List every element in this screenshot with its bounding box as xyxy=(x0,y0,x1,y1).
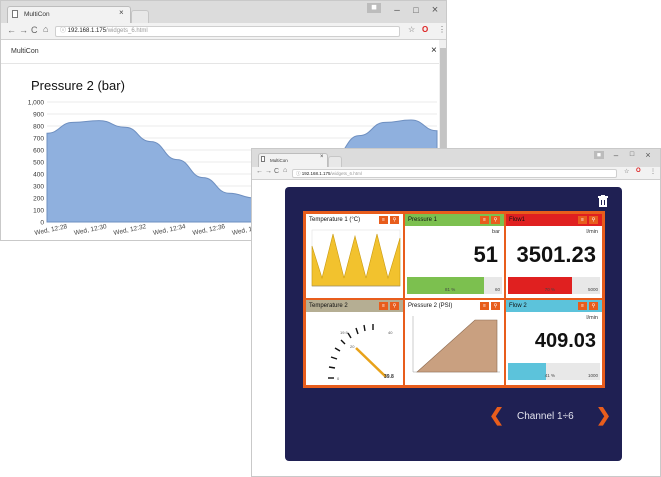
chevron-right-icon[interactable]: ❯ xyxy=(596,405,611,426)
minimize-icon[interactable]: – xyxy=(612,151,620,160)
progress-bar: 70 % 5000 xyxy=(508,277,600,294)
opera-icon[interactable]: O xyxy=(636,168,641,174)
y-tick-label: 100 xyxy=(33,208,44,215)
close-tab-icon[interactable]: × xyxy=(320,154,324,160)
tile-temperature-1[interactable]: Temperature 1 (°C) ≡ ⚲ xyxy=(306,214,403,298)
list-icon[interactable]: ≡ xyxy=(578,302,587,310)
unit-label: l/min xyxy=(586,315,598,321)
new-tab-button[interactable] xyxy=(328,156,342,167)
y-tick-label: 500 xyxy=(33,160,44,167)
tile-title: Flow1 xyxy=(509,217,526,223)
y-tick-label: 400 xyxy=(33,172,44,179)
x-tick-label: Wed, 12:36 xyxy=(192,223,226,237)
gauge-value: 39.8 xyxy=(384,374,394,380)
channel-label: Channel 1÷6 xyxy=(517,411,574,422)
user-icon[interactable]: ◼ xyxy=(594,151,604,159)
unit-label: l/min xyxy=(586,229,598,235)
tile-title: Pressure 2 (PSI) xyxy=(408,303,453,309)
temperature-1-mini-chart xyxy=(311,229,401,287)
list-icon[interactable]: ≡ xyxy=(578,216,587,224)
pressure-2-mini-chart xyxy=(412,316,500,373)
progress-bar: 41 % 1000 xyxy=(508,363,600,380)
y-tick-label: 600 xyxy=(33,148,44,155)
progress-fill xyxy=(508,277,573,294)
value-readout: 409.03 xyxy=(534,330,596,352)
list-icon[interactable]: ≡ xyxy=(379,216,388,224)
y-tick-label: 200 xyxy=(33,196,44,203)
max-label: 1000 xyxy=(587,373,598,378)
max-label: 60 xyxy=(494,287,500,292)
search-icon[interactable]: ⚲ xyxy=(491,302,500,310)
chevron-left-icon[interactable]: ❮ xyxy=(489,405,504,426)
y-tick-label: 300 xyxy=(33,184,44,191)
gauge-tick-label: 19.9 xyxy=(340,330,348,335)
unit-label: bar xyxy=(492,229,500,235)
percent-label: 41 % xyxy=(544,373,556,378)
tile-pressure-2-psi[interactable]: Pressure 2 (PSI) ≡ ⚲ xyxy=(405,300,504,385)
chart-y-ticks: 1,000 900 800 700 600 500 400 300 200 100 0 xyxy=(28,100,45,227)
tile-header: Pressure 2 (PSI) xyxy=(405,300,504,312)
tile-flow-1[interactable]: Flow1 ≡ ⚲ l/min 3501.23 70 % 5000 xyxy=(506,214,602,298)
value-readout: 3501.23 xyxy=(516,242,596,267)
reload-icon[interactable]: C xyxy=(274,168,279,175)
tile-title: Temperature 1 (°C) xyxy=(309,217,361,223)
y-tick-label: 800 xyxy=(33,124,44,131)
menu-icon[interactable]: ⋮ xyxy=(650,168,656,175)
close-window-icon[interactable]: × xyxy=(644,150,652,160)
list-icon[interactable]: ≡ xyxy=(480,302,489,310)
search-icon[interactable]: ⚲ xyxy=(390,302,399,310)
list-icon[interactable]: ≡ xyxy=(379,302,388,310)
back-icon[interactable]: ← xyxy=(256,168,263,175)
browser-tab[interactable]: MultiCon xyxy=(258,153,328,167)
gauge-tick-label: 40 xyxy=(388,330,393,335)
url-path: /widgets_6.html xyxy=(330,171,362,176)
percent-label: 70 % xyxy=(544,287,556,292)
forward-icon[interactable]: → xyxy=(265,168,272,175)
url-host: 192.168.1.175 xyxy=(301,171,331,176)
trash-icon[interactable] xyxy=(598,194,608,207)
page-icon xyxy=(261,156,265,162)
maximize-icon[interactable]: □ xyxy=(628,151,636,158)
url-input[interactable]: ⓘ 192.168.1.175/widgets_6.html xyxy=(292,169,617,178)
gauge-tick-label: 0 xyxy=(337,376,340,381)
x-tick-label: Wed, 12:28 xyxy=(34,223,68,237)
list-icon[interactable]: ≡ xyxy=(480,216,489,224)
address-bar-row: ← → C ⌂ ⓘ 192.168.1.175/widgets_6.html ☆… xyxy=(252,167,660,180)
search-icon[interactable]: ⚲ xyxy=(390,216,399,224)
tile-temperature-2[interactable]: Temperature 2 ≡ ⚲ 0 19.9 20 40 39.8 xyxy=(306,300,403,385)
tile-title: Temperature 2 xyxy=(309,303,348,309)
tile-title: Pressure 1 xyxy=(408,217,438,223)
percent-label: 81 % xyxy=(445,287,456,292)
dashboard-panel: Temperature 1 (°C) ≡ ⚲ Pressure 1 ≡ ⚲ ba… xyxy=(285,187,622,461)
value-readout: 51 xyxy=(473,242,498,267)
x-tick-label: Wed, 12:34 xyxy=(152,223,186,237)
max-label: 5000 xyxy=(587,287,598,292)
tile-header: Flow1 xyxy=(506,214,602,226)
tile-title: Flow 2 xyxy=(509,303,527,309)
chart-x-ticks: Wed, 12:28 Wed, 12:30 Wed, 12:32 Wed, 12:34… xyxy=(34,223,253,237)
home-icon[interactable]: ⌂ xyxy=(283,167,287,174)
tile-header: Temperature 2 xyxy=(306,300,403,312)
tab-title: MultiCon xyxy=(270,158,288,163)
y-tick-label: 700 xyxy=(33,136,44,143)
y-tick-label: 0 xyxy=(40,220,44,227)
tile-header: Flow 2 xyxy=(506,300,602,312)
search-icon[interactable]: ⚲ xyxy=(589,302,598,310)
progress-bar: 81 % 60 xyxy=(407,277,502,294)
y-tick-label: 1,000 xyxy=(28,100,45,107)
progress-fill xyxy=(508,363,546,380)
search-icon[interactable]: ⚲ xyxy=(589,216,598,224)
tile-flow-2[interactable]: Flow 2 ≡ ⚲ l/min 409.03 41 % 1000 xyxy=(506,300,602,385)
browser-window-front: MultiCon × ◼ – □ × ← → C ⌂ ⓘ 192.168.1.1… xyxy=(251,148,661,477)
tile-header: Pressure 1 xyxy=(405,214,504,226)
tile-pressure-1[interactable]: Pressure 1 ≡ ⚲ bar 51 81 % 60 xyxy=(405,214,504,298)
y-tick-label: 900 xyxy=(33,112,44,119)
search-icon[interactable]: ⚲ xyxy=(491,216,500,224)
bookmark-star-icon[interactable]: ☆ xyxy=(624,168,629,175)
x-tick-label: Wed, 12:32 xyxy=(113,223,147,237)
tile-header: Temperature 1 (°C) xyxy=(306,214,403,226)
x-tick-label: Wed, 12:30 xyxy=(73,223,107,237)
gauge-tick-label: 20 xyxy=(350,344,355,349)
